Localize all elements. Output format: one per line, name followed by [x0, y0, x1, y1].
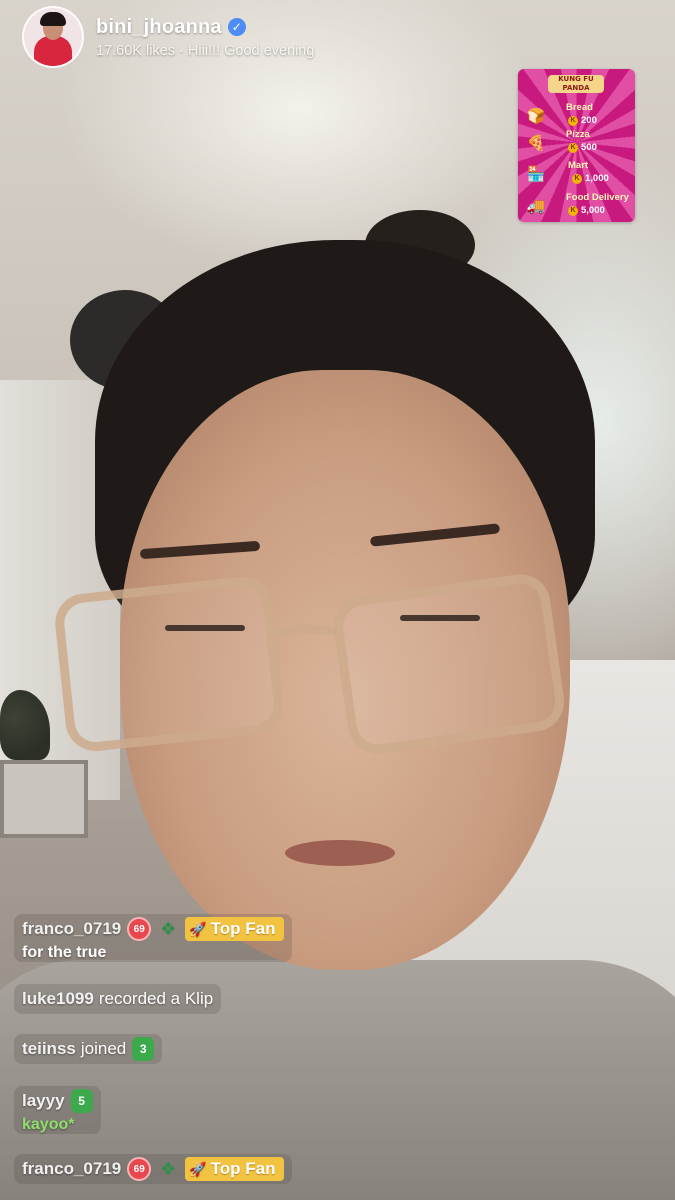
coin-icon: K — [568, 142, 578, 153]
gift-menu-logo: KUNG FU PANDA — [548, 75, 604, 93]
chat-message[interactable]: layyy 5 kayoo* — [14, 1086, 101, 1134]
delivery-truck-icon: 🚚 — [526, 198, 546, 215]
glasses-right-lens — [330, 570, 568, 758]
chat-username[interactable]: layyy — [22, 1091, 65, 1111]
money-bag-badge: 5 — [70, 1089, 93, 1113]
coin-icon: K — [568, 205, 578, 216]
chat-message-text: kayoo* — [22, 1116, 75, 1133]
chat-username[interactable]: franco_0719 — [22, 1159, 121, 1179]
rank-badge-icon: ❖ — [160, 1158, 177, 1179]
host-subtitle: 17.60K likes · Hiii!!! Good evening — [96, 42, 315, 59]
mart-icon: 🏪 — [526, 166, 546, 183]
coin-icon: K — [568, 115, 578, 126]
chat-message-text: for the true — [22, 944, 107, 961]
background-photo-frame — [0, 760, 88, 838]
chat-event-text: joined — [80, 1039, 127, 1058]
glasses-left-lens — [52, 574, 286, 754]
rank-badge-icon: ❖ — [160, 918, 177, 939]
level-badge: 69 — [127, 1157, 152, 1181]
host-username[interactable]: bini_jhoanna — [96, 16, 222, 39]
chat-event[interactable]: luke1099 recorded a Klip — [14, 984, 222, 1014]
chat-message[interactable]: franco_0719 69 ❖ 🚀 Top Fan for the true — [14, 914, 292, 962]
bread-icon: 🍞 — [526, 108, 546, 125]
gift-item-mart[interactable]: 🏪 Mart K 1,000 — [518, 157, 635, 189]
top-fan-badge: 🚀 Top Fan — [185, 1157, 284, 1181]
chat-username[interactable]: luke1099 — [22, 989, 94, 1009]
top-fan-badge: 🚀 Top Fan — [185, 917, 284, 941]
chat-message[interactable]: franco_0719 69 ❖ 🚀 Top Fan — [14, 1154, 292, 1184]
host-avatar[interactable] — [22, 6, 84, 68]
host-info: bini_jhoanna ✓ 17.60K likes · Hiii!!! Go… — [96, 16, 314, 59]
host-header[interactable]: bini_jhoanna ✓ 17.60K likes · Hiii!!! Go… — [22, 6, 314, 68]
chat-event[interactable]: teiinss joined 3 — [14, 1034, 163, 1064]
gift-item-food-delivery[interactable]: 🚚 Food Delivery K 5,000 — [518, 189, 635, 221]
chat-event-text: recorded a Klip — [98, 989, 214, 1008]
verified-check-icon: ✓ — [227, 18, 246, 36]
rocket-icon: 🚀 — [189, 1160, 207, 1177]
gift-item-pizza[interactable]: 🍕 Pizza K 500 — [518, 126, 635, 158]
glasses-bridge — [265, 625, 345, 648]
rocket-icon: 🚀 — [189, 920, 207, 937]
streamer-mouth — [285, 840, 395, 866]
chat-username[interactable]: franco_0719 — [22, 919, 121, 939]
level-badge: 69 — [127, 917, 152, 941]
gift-menu-widget[interactable]: KUNG FU PANDA 🍞 Bread K 200 🍕 Pizza K 50… — [518, 69, 635, 222]
money-bag-badge: 3 — [132, 1037, 155, 1061]
chat-username[interactable]: teiinss — [22, 1039, 76, 1059]
pizza-icon: 🍕 — [526, 135, 546, 152]
coin-icon: K — [572, 173, 582, 184]
